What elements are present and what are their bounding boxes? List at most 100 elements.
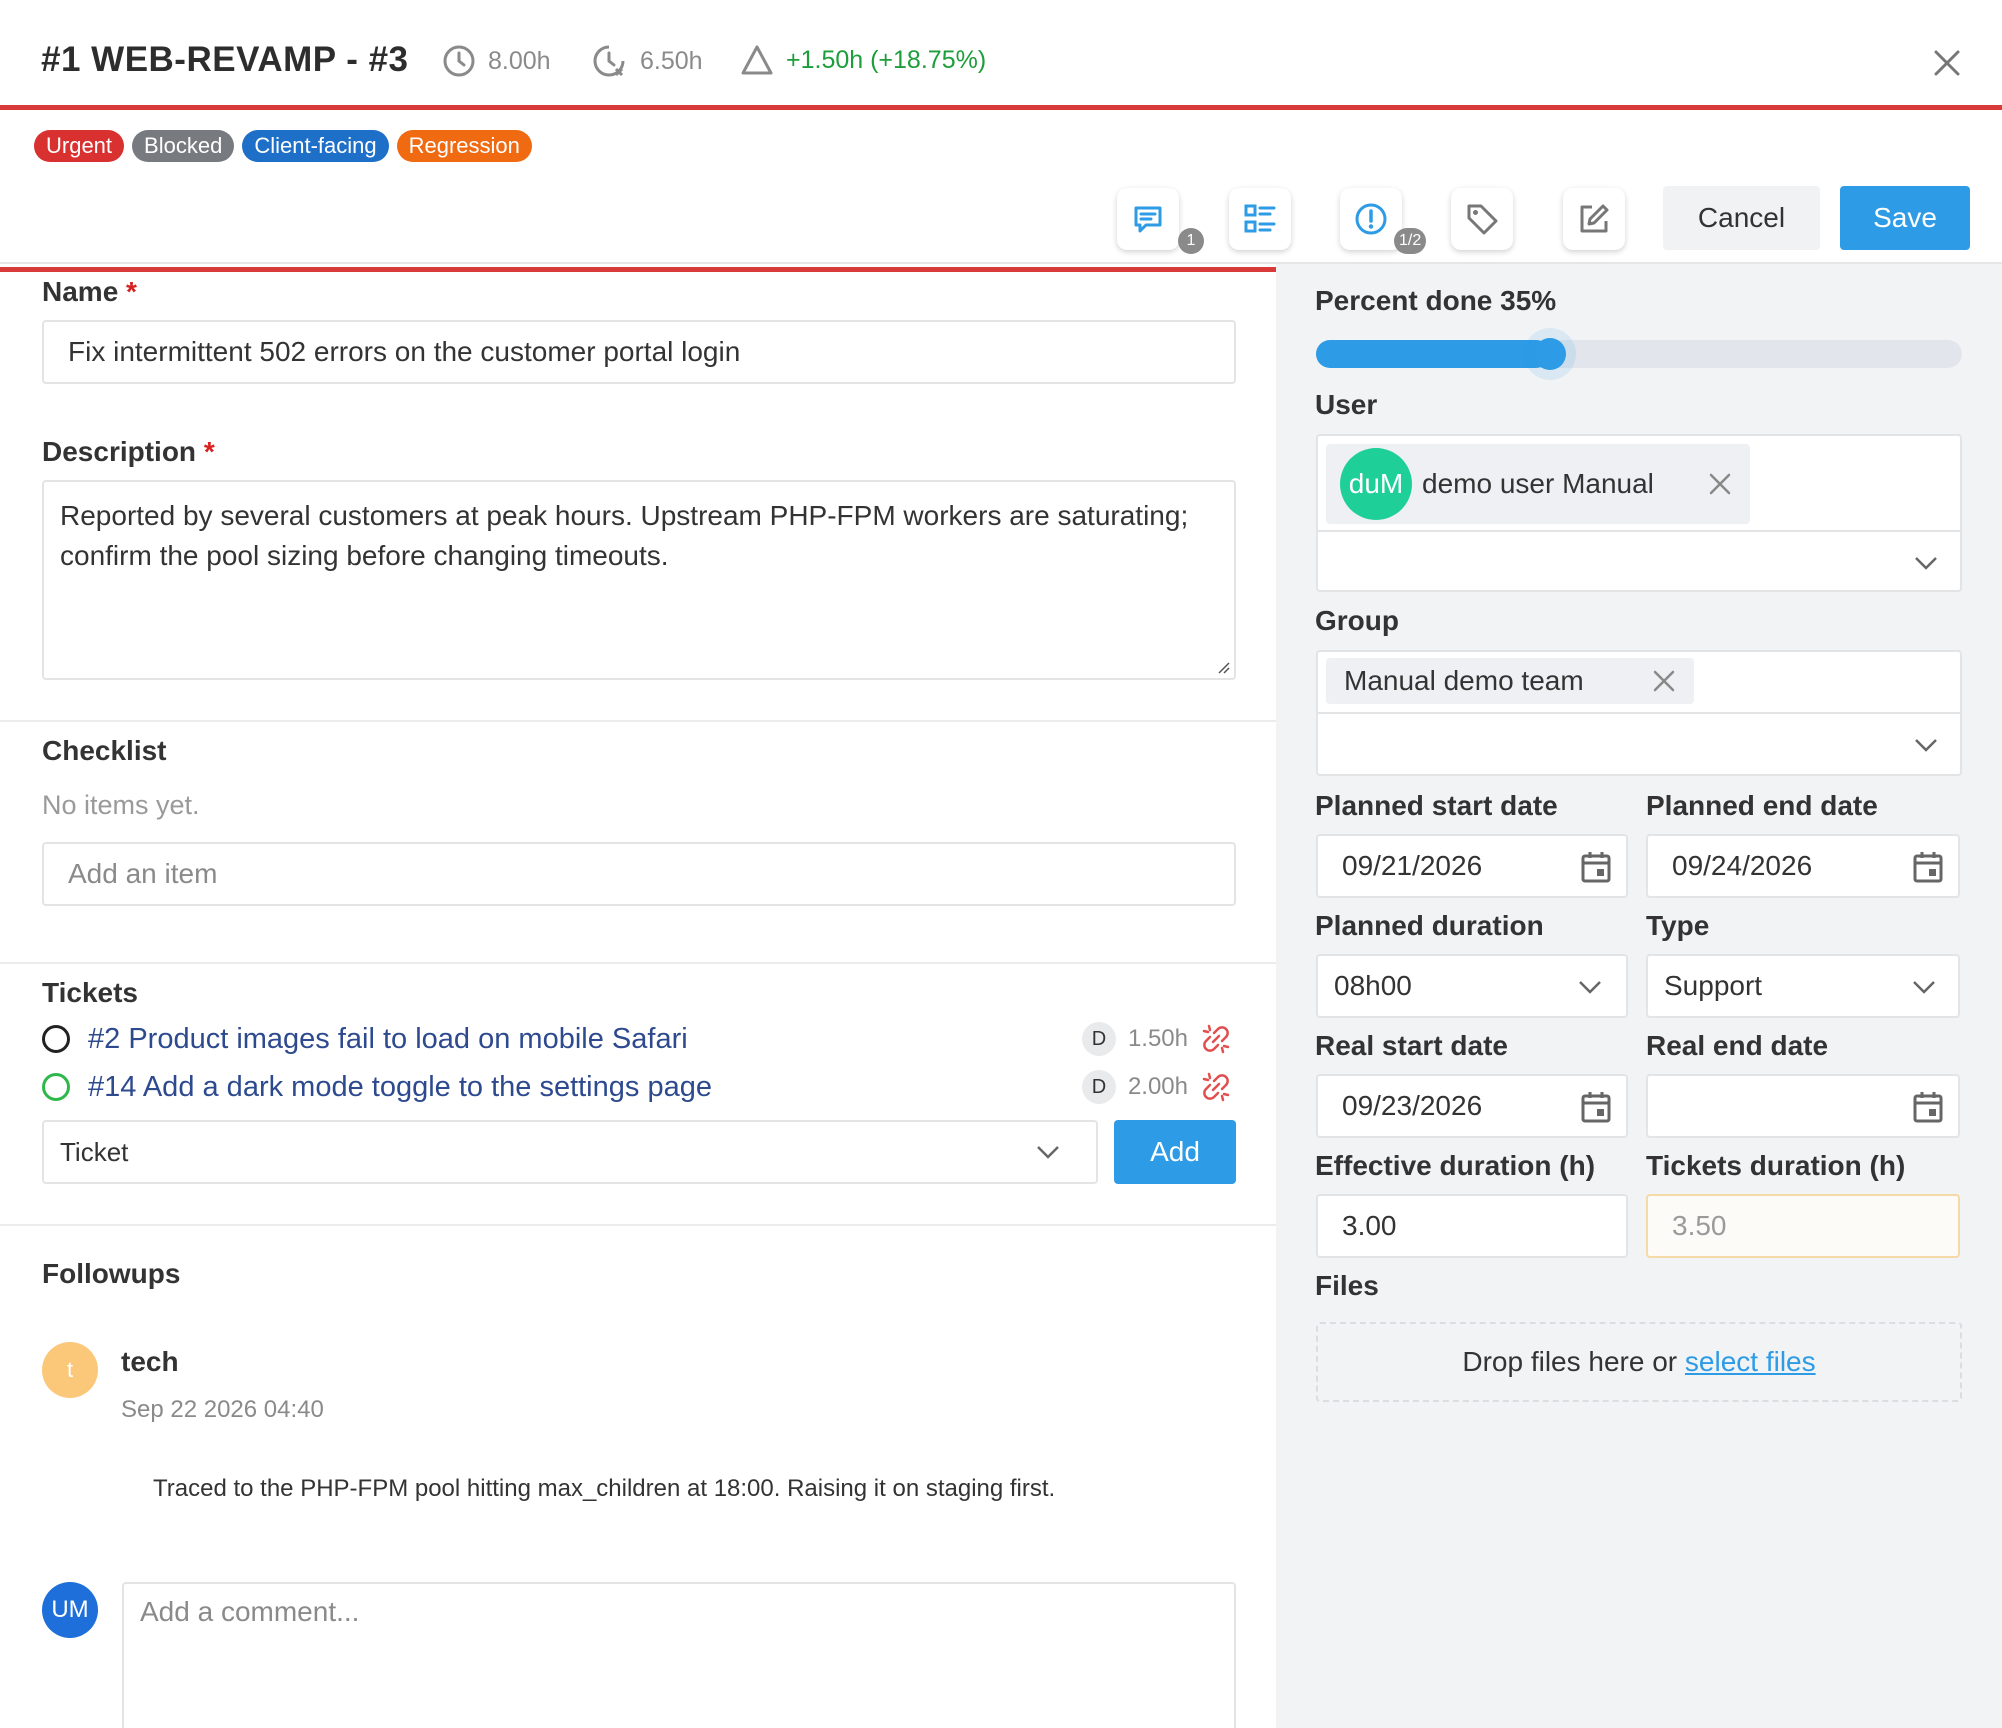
remove-group-icon[interactable] — [1652, 669, 1676, 693]
tag-regression[interactable]: Regression — [396, 130, 532, 162]
ticket-item[interactable]: #14 Add a dark mode toggle to the settin… — [42, 1066, 1232, 1108]
ticket-hours: 1.50h — [1127, 1025, 1188, 1052]
avatar: t — [42, 1342, 98, 1398]
planned-end-value: 09/24/2026 — [1672, 850, 1813, 881]
tag-list: Urgent Blocked Client-facing Regression — [34, 130, 532, 162]
calendar-icon[interactable] — [1580, 850, 1612, 884]
comments-count-badge: 1 — [1178, 228, 1204, 254]
ticket-item[interactable]: #2 Product images fail to load on mobile… — [42, 1018, 1232, 1060]
file-dropzone[interactable]: Drop files here or select files — [1316, 1322, 1962, 1402]
ticket-select[interactable]: Ticket — [42, 1120, 1098, 1184]
ticket-hours: 2.00h — [1127, 1073, 1188, 1100]
save-button[interactable]: Save — [1840, 186, 1970, 250]
remove-user-icon[interactable] — [1708, 472, 1732, 496]
drop-text: Drop files here or — [1462, 1346, 1678, 1377]
planned-start-input[interactable]: 09/21/2026 — [1316, 834, 1628, 898]
ticket-meta: D 1.50h — [1081, 1022, 1232, 1056]
edit-button[interactable] — [1563, 188, 1625, 250]
header-divider — [0, 105, 2002, 110]
unlink-icon[interactable] — [1200, 1071, 1232, 1103]
chevron-down-icon — [1915, 739, 1937, 752]
effective-duration-value: 3.00 — [1342, 1210, 1397, 1241]
clock-icon — [443, 45, 475, 77]
tags-button[interactable] — [1451, 188, 1513, 250]
calendar-icon[interactable] — [1912, 850, 1944, 884]
alerts-button[interactable] — [1340, 188, 1402, 250]
description-textarea[interactable]: Reported by several customers at peak ho… — [42, 480, 1236, 680]
name-input[interactable]: Fix intermittent 502 errors on the custo… — [42, 320, 1236, 384]
add-ticket-button[interactable]: Add — [1114, 1120, 1236, 1184]
ticket-meta: D 2.00h — [1081, 1070, 1232, 1104]
planned-time-value: 8.00h — [488, 46, 551, 75]
modal-header: #1 WEB-REVAMP - #3 8.00h 6.50h +1.50h (+… — [0, 0, 2002, 108]
section-divider — [0, 1224, 1276, 1226]
ticket-status-icon — [42, 1025, 70, 1053]
effective-duration-label: Effective duration (h) — [1315, 1150, 1596, 1181]
status-bar — [0, 267, 1276, 272]
comment-placeholder: Add a comment... — [140, 1596, 360, 1627]
checklist-label: Checklist — [42, 735, 167, 766]
percent-slider[interactable] — [1316, 338, 1962, 370]
cancel-button[interactable]: Cancel — [1663, 186, 1820, 250]
select-files-link[interactable]: select files — [1685, 1346, 1816, 1378]
actual-time-value: 6.50h — [640, 46, 703, 75]
ticket-link[interactable]: #14 Add a dark mode toggle to the settin… — [88, 1071, 712, 1104]
planned-start-label: Planned start date — [1315, 790, 1558, 821]
chevron-down-icon — [1579, 981, 1601, 994]
percent-slider-thumb[interactable] — [1534, 338, 1566, 370]
type-select[interactable]: Support — [1646, 954, 1960, 1018]
ticket-status-icon — [42, 1073, 70, 1101]
real-start-label: Real start date — [1315, 1030, 1508, 1061]
checklist-button[interactable] — [1229, 188, 1291, 250]
tickets-duration-label: Tickets duration (h) — [1646, 1150, 1906, 1181]
chevron-down-icon — [1915, 557, 1937, 570]
planned-end-input[interactable]: 09/24/2026 — [1646, 834, 1960, 898]
time-diff: +1.50h (+18.75%) — [740, 44, 986, 76]
tickets-duration-input: 3.50 — [1646, 1194, 1960, 1258]
checklist-add-input[interactable]: Add an item — [42, 842, 1236, 906]
type-label: Type — [1646, 910, 1710, 941]
user-dropdown-row[interactable] — [1318, 530, 1960, 592]
real-start-input[interactable]: 09/23/2026 — [1316, 1074, 1628, 1138]
followup-date: Sep 22 2026 04:40 — [121, 1396, 324, 1423]
real-end-label: Real end date — [1646, 1030, 1829, 1061]
comment-input[interactable]: Add a comment... — [122, 1582, 1236, 1728]
list-icon — [1244, 204, 1276, 233]
ticket-link[interactable]: #2 Product images fail to load on mobile… — [88, 1023, 688, 1056]
planned-time: 8.00h — [442, 44, 551, 78]
percent-slider-fill — [1316, 340, 1550, 368]
tag-urgent[interactable]: Urgent — [34, 130, 125, 162]
followups-label: Followups — [42, 1258, 181, 1289]
description-value: Reported by several customers at peak ho… — [60, 500, 1189, 571]
clock-progress-icon — [593, 45, 625, 77]
percent-done-label: Percent done 35% — [1315, 285, 1557, 316]
planned-duration-select[interactable]: 08h00 — [1316, 954, 1628, 1018]
group-dropdown-row[interactable] — [1318, 712, 1960, 774]
alerts-count-badge: 1/2 — [1394, 228, 1427, 254]
group-label: Group — [1315, 605, 1399, 636]
resize-handle-icon[interactable] — [1216, 660, 1230, 674]
user-select[interactable]: duM demo user Manual — [1316, 434, 1962, 592]
tag-blocked[interactable]: Blocked — [132, 130, 235, 162]
effective-duration-input[interactable]: 3.00 — [1316, 1194, 1628, 1258]
group-chip: Manual demo team — [1326, 658, 1694, 704]
followup-author: tech — [121, 1346, 179, 1377]
planned-end-label: Planned end date — [1646, 790, 1878, 821]
description-label: Description * — [42, 436, 215, 467]
delta-icon — [741, 45, 773, 75]
group-select[interactable]: Manual demo team — [1316, 650, 1962, 776]
avatar: UM — [42, 1582, 98, 1638]
real-start-value: 09/23/2026 — [1342, 1090, 1483, 1121]
tag-icon — [1467, 204, 1498, 235]
unlink-icon[interactable] — [1200, 1023, 1232, 1055]
user-label: User — [1315, 389, 1378, 420]
avatar: duM — [1340, 448, 1412, 520]
tag-client-facing[interactable]: Client-facing — [242, 130, 389, 162]
calendar-icon[interactable] — [1912, 1090, 1944, 1124]
calendar-icon[interactable] — [1580, 1090, 1612, 1124]
close-icon[interactable] — [1932, 48, 1962, 78]
comments-button[interactable] — [1117, 188, 1179, 250]
page-title: #1 WEB-REVAMP - #3 — [41, 40, 409, 79]
real-end-input[interactable] — [1646, 1074, 1960, 1138]
planned-duration-label: Planned duration — [1315, 910, 1544, 941]
